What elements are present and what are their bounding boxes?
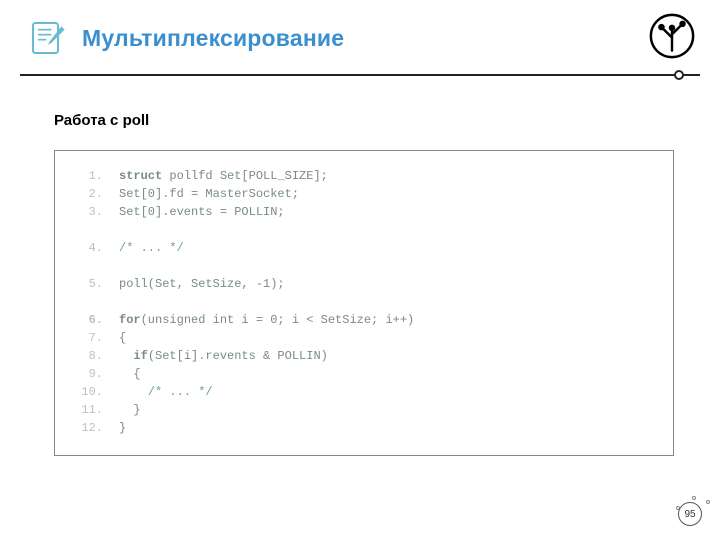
code-line: 10. /* ... */ bbox=[73, 383, 655, 401]
divider-node-icon bbox=[674, 70, 684, 80]
code-content: /* ... */ bbox=[119, 383, 213, 401]
code-blank-line bbox=[73, 221, 655, 239]
tree-icon bbox=[646, 10, 698, 62]
code-line: 7. { bbox=[73, 329, 655, 347]
code-content: struct pollfd Set[POLL_SIZE]; bbox=[119, 167, 328, 185]
code-line: 8. if(Set[i].revents & POLLIN) bbox=[73, 347, 655, 365]
code-content: { bbox=[119, 365, 141, 383]
slide-title: Мультиплексирование bbox=[82, 25, 344, 52]
code-content: Set[0].fd = MasterSocket; bbox=[119, 185, 299, 203]
code-blank-line bbox=[73, 293, 655, 311]
page-number: 95 bbox=[678, 502, 702, 526]
decorative-dot-icon bbox=[706, 500, 710, 504]
line-number: 10. bbox=[73, 383, 103, 401]
edit-icon bbox=[28, 18, 68, 58]
code-line: 2. Set[0].fd = MasterSocket; bbox=[73, 185, 655, 203]
decorative-dot-icon bbox=[692, 496, 696, 500]
line-number: 11. bbox=[73, 401, 103, 419]
code-content: { bbox=[119, 329, 126, 347]
code-line: 3. Set[0].events = POLLIN; bbox=[73, 203, 655, 221]
code-line: 11. } bbox=[73, 401, 655, 419]
code-content: } bbox=[119, 401, 141, 419]
divider-line bbox=[20, 74, 700, 76]
code-line: 9. { bbox=[73, 365, 655, 383]
code-line: 1. struct pollfd Set[POLL_SIZE]; bbox=[73, 167, 655, 185]
line-number: 5. bbox=[73, 275, 103, 293]
code-content: /* ... */ bbox=[119, 239, 184, 257]
code-content: } bbox=[119, 419, 126, 437]
code-block: 1. struct pollfd Set[POLL_SIZE]; 2. Set[0].… bbox=[54, 150, 674, 456]
code-content: for(unsigned int i = 0; i < SetSize; i++… bbox=[119, 311, 414, 329]
section-subtitle: Работа с poll bbox=[54, 112, 149, 129]
line-number: 1. bbox=[73, 167, 103, 185]
code-content: poll(Set, SetSize, -1); bbox=[119, 275, 285, 293]
line-number: 3. bbox=[73, 203, 103, 221]
line-number: 2. bbox=[73, 185, 103, 203]
code-blank-line bbox=[73, 257, 655, 275]
line-number: 12. bbox=[73, 419, 103, 437]
code-line: 12.} bbox=[73, 419, 655, 437]
code-content: if(Set[i].revents & POLLIN) bbox=[119, 347, 328, 365]
line-number: 4. bbox=[73, 239, 103, 257]
code-line: 6. for(unsigned int i = 0; i < SetSize; i… bbox=[73, 311, 655, 329]
code-line: 4. /* ... */ bbox=[73, 239, 655, 257]
code-line: 5. poll(Set, SetSize, -1); bbox=[73, 275, 655, 293]
line-number: 7. bbox=[73, 329, 103, 347]
page-number-badge: 95 bbox=[678, 502, 702, 526]
code-content: Set[0].events = POLLIN; bbox=[119, 203, 285, 221]
line-number: 9. bbox=[73, 365, 103, 383]
line-number: 6. bbox=[73, 311, 103, 329]
slide-header: Мультиплексирование bbox=[0, 0, 720, 68]
line-number: 8. bbox=[73, 347, 103, 365]
